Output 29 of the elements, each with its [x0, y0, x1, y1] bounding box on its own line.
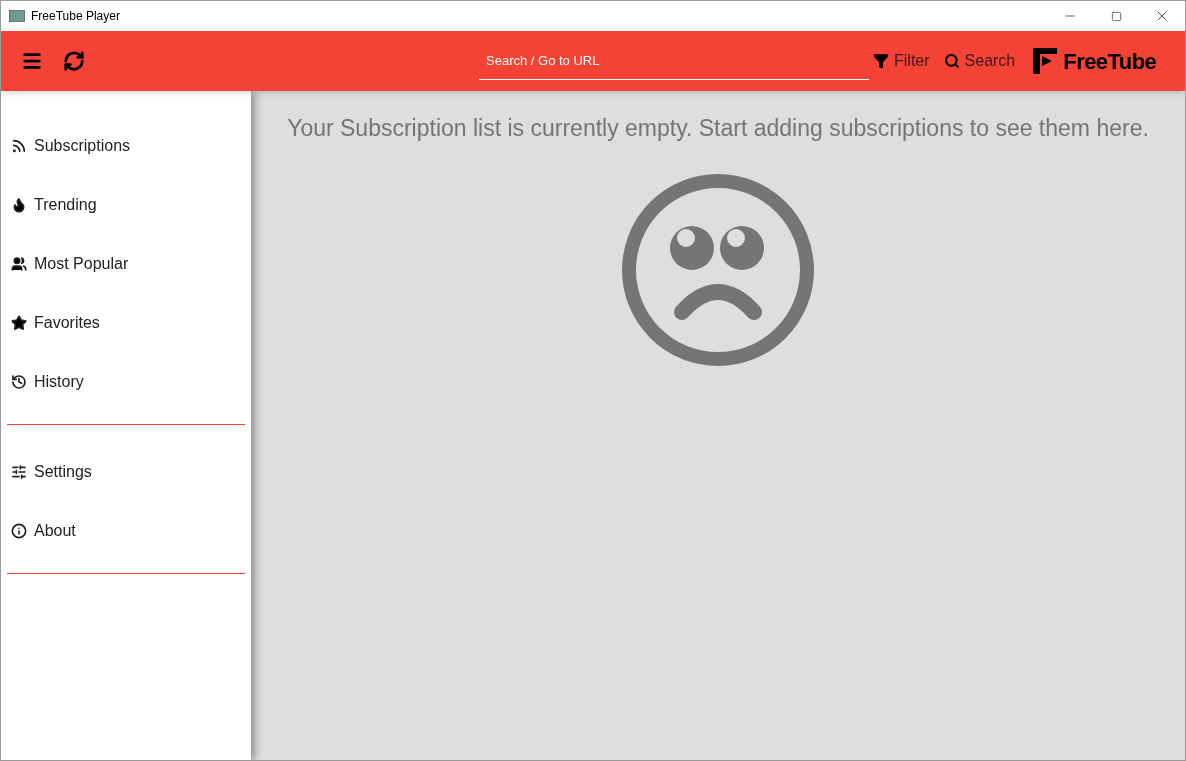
sidebar-item[interactable]: About — [7, 501, 245, 560]
sliders-icon — [11, 463, 27, 480]
star-icon — [11, 314, 27, 331]
sidebar-item[interactable]: Trending — [7, 175, 245, 234]
search-button[interactable]: Search — [943, 49, 1016, 73]
flame-icon — [11, 196, 27, 213]
refresh-button[interactable] — [61, 48, 87, 74]
refresh-icon — [63, 50, 85, 72]
sidebar-item[interactable]: Most Popular — [7, 234, 245, 293]
search-field[interactable]: Search / Go to URL — [479, 50, 869, 71]
sad-face-icon — [620, 171, 816, 368]
maximize-icon — [1110, 10, 1122, 22]
empty-message: Your Subscription list is currently empty. Start adding subscriptions to see them here. — [287, 114, 1149, 143]
sidebar-item[interactable]: Subscriptions — [7, 116, 245, 175]
filter-icon — [873, 53, 889, 69]
sidebar-item[interactable]: Favorites — [7, 293, 245, 352]
sidebar-item[interactable]: Settings — [7, 442, 245, 501]
filter-button[interactable]: Filter — [873, 49, 930, 73]
sidebar-item[interactable]: History — [7, 352, 245, 411]
history-icon — [11, 373, 27, 390]
rss-icon — [11, 137, 27, 154]
people-icon — [11, 255, 27, 272]
menu-icon — [21, 50, 43, 72]
search-icon — [943, 53, 960, 69]
logo-text: FreeTube — [1063, 47, 1157, 76]
app-icon — [9, 10, 25, 22]
info-icon — [11, 522, 27, 539]
window-title: FreeTube Player — [31, 8, 120, 25]
logo-mark-icon — [1033, 48, 1058, 74]
